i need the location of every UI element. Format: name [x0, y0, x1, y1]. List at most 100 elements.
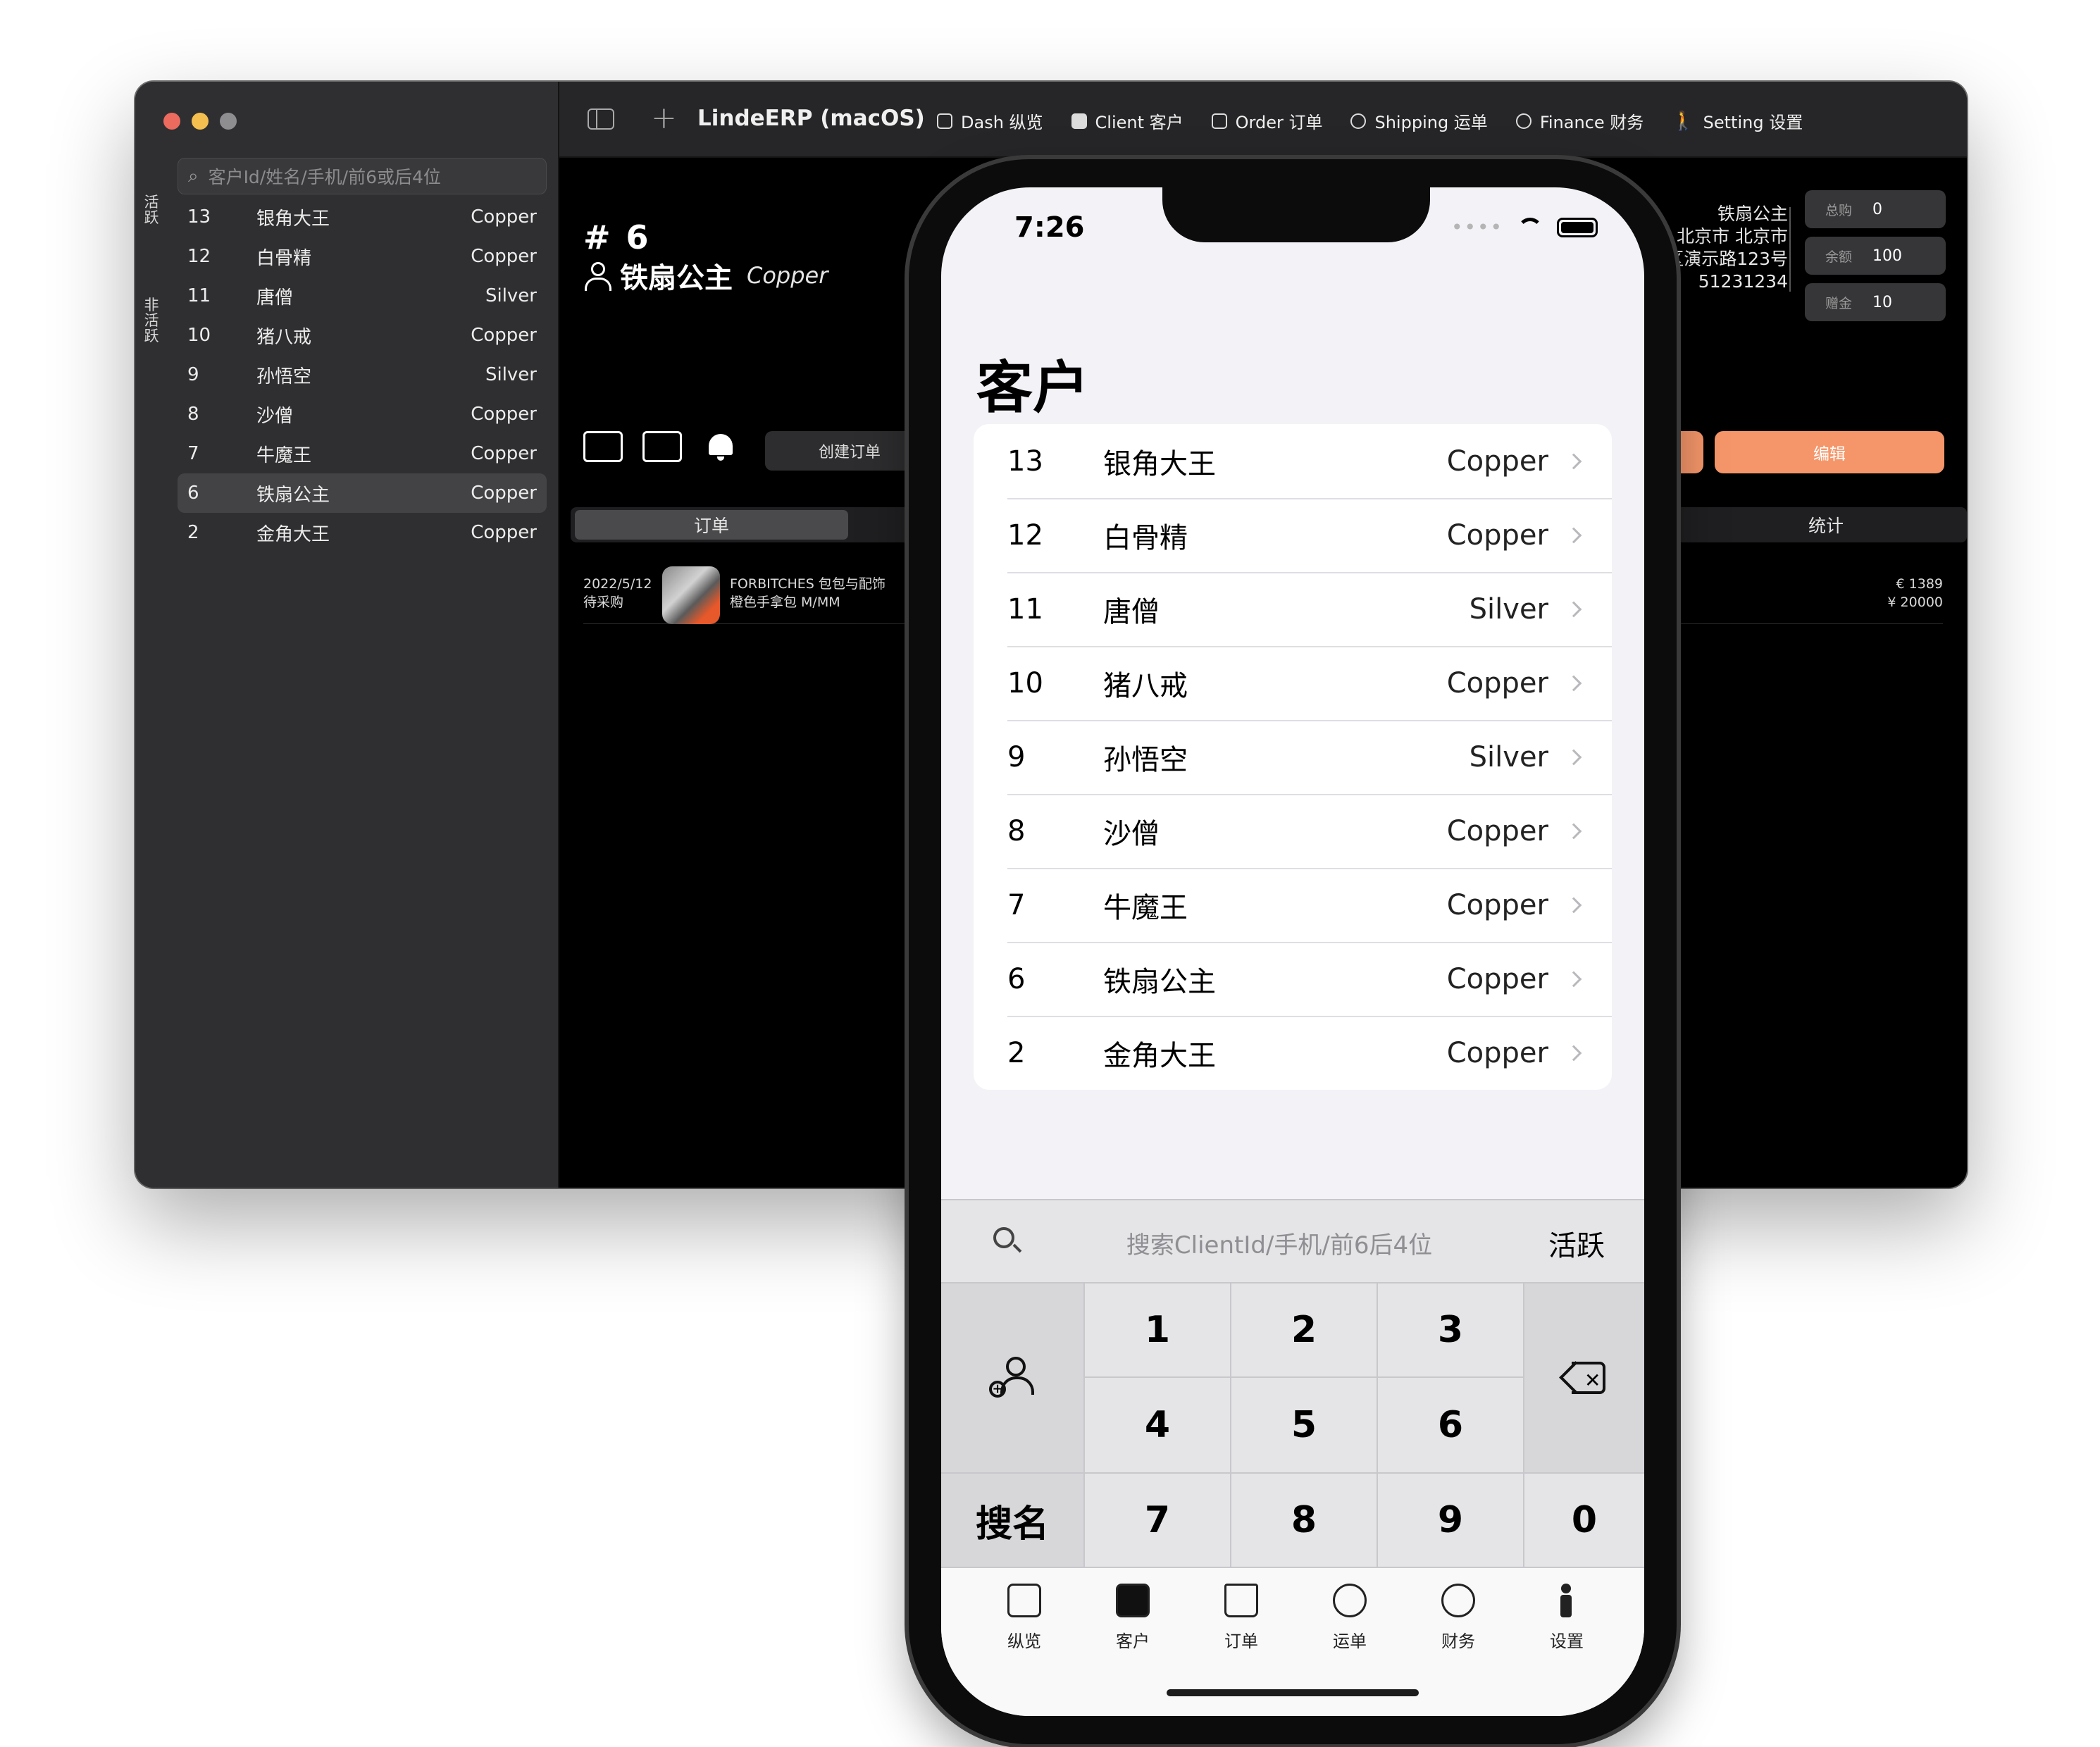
sidebar-toggle-icon[interactable] [588, 108, 614, 130]
client-row[interactable]: 13 银角大王 Copper [178, 197, 547, 237]
key-8[interactable]: 8 [1231, 1474, 1377, 1567]
chevron-right-icon [1565, 897, 1582, 913]
toolbar: + LindeERP (macOS) Dash 纵览 Client 客户 Ord… [559, 82, 1967, 158]
chevron-right-icon [1565, 601, 1582, 617]
key-3[interactable]: 3 [1378, 1283, 1523, 1376]
client-card-icon [1116, 1584, 1150, 1617]
key-7[interactable]: 7 [1085, 1474, 1230, 1567]
search-icon: ⌕ [188, 165, 199, 187]
person-standing-icon [1550, 1584, 1584, 1617]
page-title: 客户 [976, 355, 1089, 421]
active-filter-button[interactable]: 活跃 [1548, 1223, 1605, 1264]
bag-icon [1224, 1584, 1258, 1617]
client-id-heading: # 6 [583, 218, 651, 256]
chevron-right-icon [1565, 749, 1582, 765]
person-icon [583, 261, 611, 291]
client-row[interactable]: 10 猪八戒 Copper [178, 316, 547, 355]
active-section-label[interactable]: 活跃 [139, 194, 163, 225]
client-row[interactable]: 12 白骨精 Copper [974, 498, 1612, 572]
client-list: 13 银角大王 Copper 12 白骨精 Copper 11 唐僧 Silver 10 猪八… [178, 197, 547, 552]
client-row-selected[interactable]: 6 铁扇公主 Copper [178, 473, 547, 513]
bell-icon[interactable] [702, 431, 741, 462]
dollar-icon [1441, 1584, 1475, 1617]
client-row[interactable]: 9 孙悟空 Silver [974, 720, 1612, 794]
nav-client[interactable]: Client 客户 [1071, 108, 1183, 133]
nav-finance[interactable]: Finance 财务 [1515, 108, 1644, 133]
chevron-right-icon [1565, 527, 1582, 543]
client-card-icon[interactable] [583, 431, 623, 462]
client-address: 铁扇公主 北京市 北京市 区演示路123号 51231234 [1666, 204, 1788, 292]
name-search-button[interactable]: 搜名 [941, 1474, 1083, 1567]
edit-button[interactable]: 编辑 [1715, 431, 1944, 473]
key-9[interactable]: 9 [1378, 1474, 1523, 1567]
contact-card-icon[interactable] [642, 431, 682, 462]
tab-stats[interactable]: 统计 [1685, 510, 1967, 540]
tab-dashboard[interactable]: 纵览 [982, 1584, 1067, 1652]
top-nav: Dash 纵览 Client 客户 Order 订单 Shipping 运单 F… [937, 108, 1803, 133]
add-icon[interactable]: + [651, 100, 677, 136]
stat-total-purchase: 总购 0 [1805, 190, 1946, 228]
client-row[interactable]: 10 猪八戒 Copper [974, 646, 1612, 720]
client-row[interactable]: 11 唐僧 Silver [974, 572, 1612, 646]
zoom-window-button[interactable] [220, 113, 237, 130]
key-6[interactable]: 6 [1378, 1378, 1523, 1472]
notch [1162, 187, 1430, 242]
client-row[interactable]: 2 金角大王 Copper [178, 513, 547, 552]
client-row[interactable]: 9 孙悟空 Silver [178, 355, 547, 394]
client-row[interactable]: 8 沙僧 Copper [178, 394, 547, 434]
globe-icon [1350, 113, 1367, 129]
signal-icon: •••• [1450, 216, 1503, 239]
chevron-right-icon [1565, 971, 1582, 987]
minimize-window-button[interactable] [192, 113, 209, 130]
stat-balance: 余额 100 [1805, 237, 1946, 275]
client-row[interactable]: 8 沙僧 Copper [974, 794, 1612, 868]
wifi-icon [1516, 218, 1544, 237]
key-0[interactable]: 0 [1524, 1474, 1644, 1567]
client-card-icon [1071, 113, 1087, 129]
tab-shipping[interactable]: 运单 [1307, 1584, 1392, 1652]
key-2[interactable]: 2 [1231, 1283, 1377, 1376]
divider [1789, 207, 1791, 292]
client-stats: 总购 0 余额 100 赠金 10 [1805, 190, 1946, 330]
tab-finance[interactable]: 财务 [1416, 1584, 1501, 1652]
nav-setting[interactable]: 🚶 Setting 设置 [1672, 108, 1803, 133]
backspace-icon: ✕ [1562, 1362, 1607, 1394]
chevron-right-icon [1565, 453, 1582, 469]
nav-order[interactable]: Order 订单 [1211, 108, 1322, 133]
person-standing-icon: 🚶 [1672, 110, 1695, 132]
dashboard-icon [937, 113, 952, 129]
search-input[interactable]: 搜索ClientId/手机/前6后4位 [1068, 1226, 1491, 1260]
tab-setting[interactable]: 设置 [1524, 1584, 1609, 1652]
key-1[interactable]: 1 [1085, 1283, 1230, 1376]
client-row[interactable]: 13 银角大王 Copper [974, 424, 1612, 498]
nav-shipping[interactable]: Shipping 运单 [1350, 108, 1488, 133]
product-thumbnail [662, 566, 720, 624]
search-bar: 搜索ClientId/手机/前6后4位 活跃 [941, 1199, 1644, 1282]
chevron-right-icon [1565, 1045, 1582, 1061]
inactive-section-label[interactable]: 非活跃 [139, 297, 163, 344]
tab-orders[interactable]: 订单 [575, 510, 848, 540]
order-amount: € 1389 ¥ 20000 [1887, 576, 1943, 610]
stat-bonus: 赠金 10 [1805, 283, 1946, 321]
close-window-button[interactable] [163, 113, 180, 130]
client-search-input[interactable]: ⌕ 客户Id/姓名/手机/前6或后4位 [178, 158, 547, 194]
add-client-button[interactable]: + [941, 1283, 1083, 1472]
client-row[interactable]: 11 唐僧 Silver [178, 276, 547, 316]
iphone-frame: 7:26 •••• 客户 13 银角大王 Copper 12 白骨精 Copper 11… [909, 159, 1677, 1744]
client-row[interactable]: 7 牛魔王 Copper [974, 868, 1612, 942]
client-row[interactable]: 2 金角大王 Copper [974, 1016, 1612, 1090]
client-row[interactable]: 6 铁扇公主 Copper [974, 942, 1612, 1016]
key-5[interactable]: 5 [1231, 1378, 1377, 1472]
key-4[interactable]: 4 [1085, 1378, 1230, 1472]
client-row[interactable]: 12 白骨精 Copper [178, 237, 547, 276]
status-icons: •••• [1451, 216, 1598, 239]
battery-icon [1557, 217, 1598, 237]
nav-dash[interactable]: Dash 纵览 [937, 108, 1043, 133]
tab-order[interactable]: 订单 [1199, 1584, 1284, 1652]
tab-client[interactable]: 客户 [1091, 1584, 1175, 1652]
backspace-button[interactable]: ✕ [1524, 1283, 1644, 1472]
dollar-icon [1515, 113, 1531, 129]
chevron-right-icon [1565, 675, 1582, 691]
sidebar: ⌕ 客户Id/姓名/手机/前6或后4位 活跃 非活跃 13 银角大王 Copper … [135, 82, 559, 1188]
client-row[interactable]: 7 牛魔王 Copper [178, 434, 547, 473]
